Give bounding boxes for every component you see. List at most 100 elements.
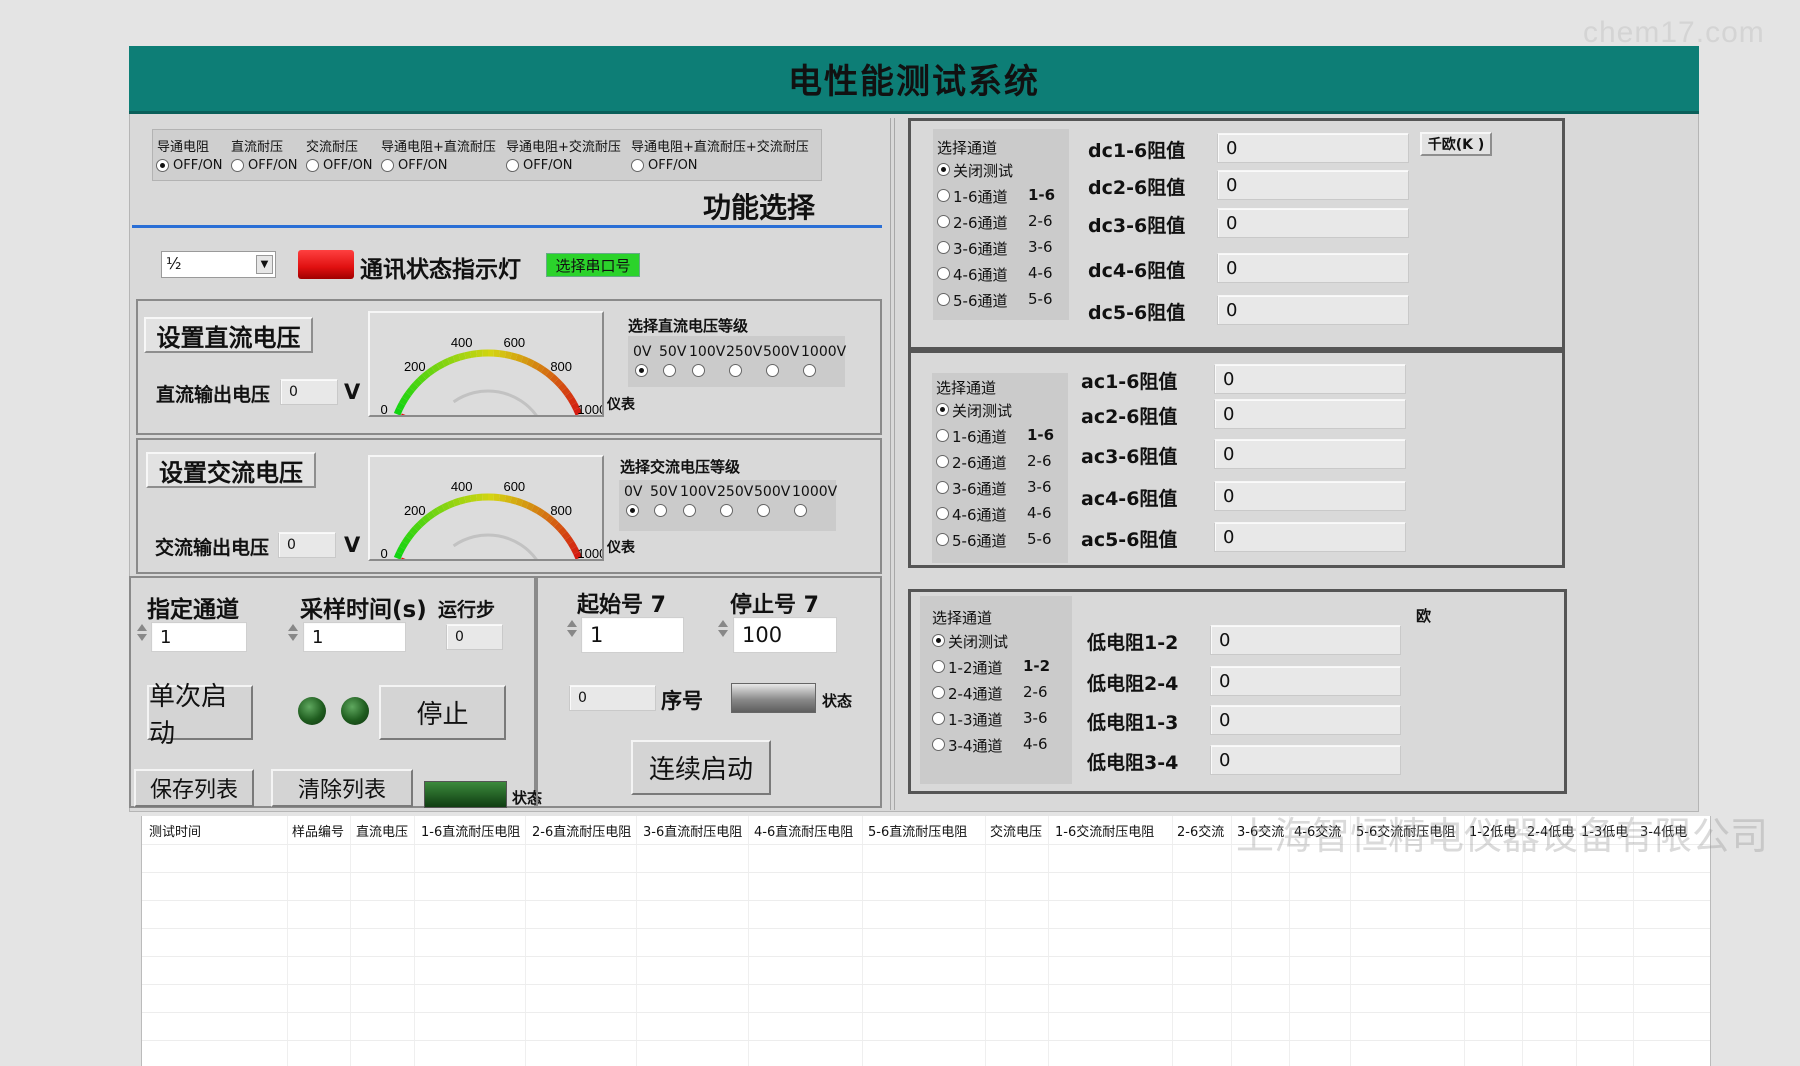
low_panel-channel-radio[interactable]	[932, 686, 945, 699]
dc_panel-channel-radio[interactable]	[937, 189, 950, 202]
low_panel-channel-radio[interactable]	[932, 712, 945, 725]
table-column-header[interactable]: 3-6直流耐压电阻	[643, 816, 750, 844]
table-column-header[interactable]: 5-6直流耐压电阻	[868, 816, 986, 844]
sample-time-input[interactable]: 1	[303, 622, 406, 652]
function-option-radio[interactable]	[231, 159, 244, 172]
function-option-radio[interactable]	[156, 159, 169, 172]
table-column-header[interactable]: 2-6直流耐压电阻	[532, 816, 639, 844]
dc_panel-channel-radio[interactable]	[937, 215, 950, 228]
dc_panel-channel-radio[interactable]	[937, 163, 950, 176]
gauge-scale-arc	[402, 535, 412, 545]
dc-gauge-label: 仪表	[607, 397, 635, 413]
table-column-header[interactable]: 1-6直流耐压电阻	[421, 816, 528, 844]
port-select[interactable]: ½ ▼	[161, 251, 276, 278]
function-option-radio[interactable]	[306, 159, 319, 172]
ac-output-field[interactable]: 0	[278, 532, 336, 558]
table-column-header[interactable]: 样品编号	[292, 816, 352, 844]
start-number-stepper[interactable]	[566, 617, 578, 640]
gauge-scale-arc	[510, 496, 518, 505]
ac-level-radio[interactable]	[720, 504, 733, 517]
function-option-radio[interactable]	[506, 159, 519, 172]
table-column-header[interactable]: 1-6交流耐压电阻	[1055, 816, 1173, 844]
function-option-radio[interactable]	[631, 159, 644, 172]
status-led-2	[341, 697, 369, 725]
sample-time-stepper[interactable]	[287, 621, 299, 644]
dc-level-radio[interactable]	[663, 364, 676, 377]
right-column	[890, 118, 895, 810]
low_panel-channel-radio[interactable]	[932, 738, 945, 751]
save-list-button[interactable]: 保存列表	[134, 769, 254, 807]
ac-level-radio[interactable]	[757, 504, 770, 517]
start-number-input[interactable]: 1	[581, 617, 684, 653]
gauge-scale-arc	[405, 387, 415, 397]
gauge-scale-arc	[396, 546, 406, 555]
clear-list-button[interactable]: 清除列表	[271, 769, 413, 807]
ac_panel-channel-radio[interactable]	[936, 481, 949, 494]
dc-level-radio[interactable]	[803, 364, 816, 377]
channel-input[interactable]: 1	[151, 622, 247, 652]
table-row-line	[142, 928, 1710, 929]
gauge-scale-arc	[393, 407, 403, 416]
gauge-scale-arc	[536, 363, 545, 373]
gauge-scale-arc	[520, 355, 529, 365]
stop-number-input[interactable]: 100	[733, 617, 837, 653]
ac-level-radio[interactable]	[654, 504, 667, 517]
ac-level-label: 1000V	[792, 484, 838, 500]
single-start-button[interactable]: 单次启动	[147, 682, 253, 749]
dc-level-radio[interactable]	[635, 364, 648, 377]
dc-output-field[interactable]: 0	[280, 379, 338, 405]
gauge-scale-arc	[475, 349, 483, 358]
dc-level-label: 50V	[659, 344, 687, 360]
function-option-state: OFF/ON	[648, 158, 698, 173]
gauge-scale-arc	[504, 351, 512, 360]
gauge-scale-arc	[475, 493, 483, 502]
chevron-down-icon[interactable]: ▼	[256, 255, 273, 274]
function-option-label: 交流耐压	[306, 140, 359, 155]
dc-level-label: 0V	[633, 344, 652, 360]
function-option-radio[interactable]	[381, 159, 394, 172]
continuous-status-indicator	[731, 683, 816, 713]
dc-level-radio[interactable]	[729, 364, 742, 377]
table-column-header[interactable]: 交流电压	[990, 816, 1051, 844]
ac_panel-channel-radio[interactable]	[936, 507, 949, 520]
stop-number-stepper[interactable]	[717, 617, 729, 640]
dc-level-radio[interactable]	[692, 364, 705, 377]
low_panel-channel-label: 1-2通道	[948, 659, 1003, 677]
table-column-header[interactable]: 4-6直流耐压电阻	[754, 816, 864, 844]
dc_panel-channel-radio[interactable]	[937, 293, 950, 306]
gauge-scale-arc	[396, 402, 406, 411]
ac-level-radio[interactable]	[794, 504, 807, 517]
dc-level-radio[interactable]	[766, 364, 779, 377]
dc_panel-channel-code: 4-6	[1028, 264, 1053, 282]
gauge-scale-arc	[515, 497, 524, 507]
gauge-scale-arc	[452, 497, 461, 507]
dc-gauge: 0 200 400 600 800 1000	[368, 311, 606, 428]
ac-level-radio[interactable]	[626, 504, 639, 517]
gauge-scale-arc	[405, 531, 415, 541]
dc_panel-channel-radio[interactable]	[937, 267, 950, 280]
low_panel-channel-label: 关闭测试	[948, 633, 1009, 651]
channel-stepper[interactable]	[136, 621, 148, 644]
ac_panel-channel-radio[interactable]	[936, 403, 949, 416]
select-port-button[interactable]: 选择串口号	[546, 253, 640, 277]
table-column-header[interactable]: 直流电压	[356, 816, 417, 844]
dc-voltage-title: 设置直流电压	[144, 317, 313, 353]
low_panel-channel-radio[interactable]	[932, 660, 945, 673]
stop-button[interactable]: 停止	[379, 685, 506, 740]
ac_panel-channel-radio[interactable]	[936, 533, 949, 546]
ac_panel-channel-radio[interactable]	[936, 429, 949, 442]
table-column-header[interactable]: 2-6交流	[1177, 816, 1233, 844]
list-status-indicator	[424, 781, 507, 808]
ac_panel-channel-radio[interactable]	[936, 455, 949, 468]
gauge-scale-arc	[531, 360, 540, 370]
continuous-start-button[interactable]: 连续启动	[631, 740, 771, 795]
low_panel-channel-radio[interactable]	[932, 634, 945, 647]
gauge-scale-arc	[553, 522, 563, 532]
table-column-header[interactable]: 测试时间	[149, 816, 288, 844]
gauge-tick-label: 0	[381, 546, 388, 559]
dc-channel-title: 选择通道	[937, 139, 998, 157]
gauge-scale-arc	[417, 518, 427, 528]
ac-level-radio[interactable]	[683, 504, 696, 517]
dc_panel-channel-radio[interactable]	[937, 241, 950, 254]
gauge-scale-arc	[570, 402, 580, 411]
